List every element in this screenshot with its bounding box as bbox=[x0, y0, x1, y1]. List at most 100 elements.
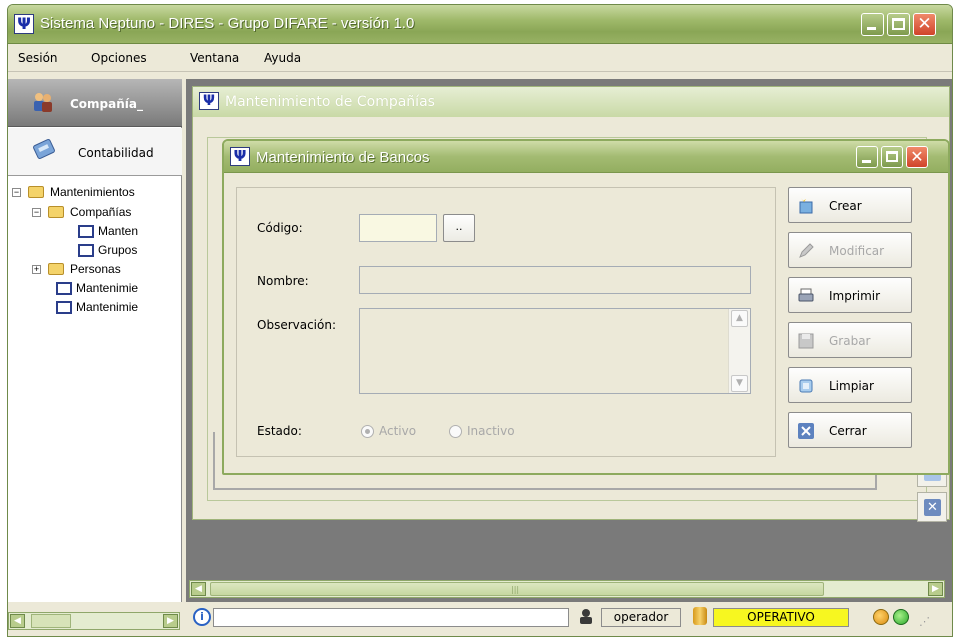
app-logo-icon: Ψ bbox=[14, 14, 34, 34]
info-icon[interactable]: i bbox=[193, 608, 211, 626]
clear-icon bbox=[799, 379, 813, 393]
scroll-up-icon[interactable]: ▲ bbox=[731, 310, 748, 327]
bancos-form: Código: .. Nombre: Observación: ▲ ▼ Esta… bbox=[236, 187, 776, 457]
close-icon: ✕ bbox=[910, 147, 924, 166]
estado-inactivo-label: Inactivo bbox=[467, 424, 515, 438]
menu-sesion[interactable]: Sesión bbox=[18, 51, 58, 65]
menu-ayuda[interactable]: Ayuda bbox=[264, 51, 301, 65]
maximize-icon bbox=[886, 151, 898, 162]
close-icon bbox=[798, 423, 814, 439]
radio-selected-dot bbox=[365, 429, 370, 434]
new-document-icon bbox=[799, 198, 813, 214]
maximize-button[interactable] bbox=[887, 13, 910, 36]
estado-label: Estado: bbox=[257, 424, 302, 438]
crear-button[interactable]: Crear bbox=[788, 187, 912, 223]
modificar-button[interactable]: Modificar bbox=[788, 232, 912, 268]
bancos-dialog: Ψ Mantenimiento de Bancos ✕ Código: .. N… bbox=[222, 139, 950, 475]
window-icon bbox=[78, 225, 94, 238]
companias-close-button[interactable]: ✕ bbox=[917, 492, 947, 522]
window-icon bbox=[56, 301, 72, 314]
dialog-close-button[interactable]: ✕ bbox=[906, 146, 928, 168]
estado-activo-label: Activo bbox=[379, 424, 417, 438]
scroll-left-icon[interactable]: ◀ bbox=[10, 614, 25, 628]
status-led-green-icon bbox=[893, 609, 909, 625]
collapse-icon[interactable]: − bbox=[32, 208, 41, 217]
app-logo-icon: Ψ bbox=[199, 92, 219, 110]
main-window: Ψ Sistema Neptuno - DIRES - Grupo DIFARE… bbox=[7, 4, 953, 637]
users-icon bbox=[34, 93, 52, 112]
folder-open-icon bbox=[48, 206, 64, 218]
tree-node-label: Manten bbox=[98, 224, 139, 238]
estado-inactivo-radio[interactable] bbox=[449, 425, 462, 438]
observacion-label: Observación: bbox=[257, 318, 337, 332]
codigo-input[interactable] bbox=[359, 214, 437, 242]
estado-activo-radio[interactable] bbox=[361, 425, 374, 438]
tree-node-label: Personas bbox=[70, 262, 121, 276]
window-icon bbox=[56, 282, 72, 295]
scroll-right-icon[interactable]: ▶ bbox=[928, 582, 943, 596]
title-bar[interactable]: Ψ Sistema Neptuno - DIRES - Grupo DIFARE… bbox=[8, 5, 952, 44]
tree-node-label: Mantenimie bbox=[76, 300, 139, 314]
grabar-label: Grabar bbox=[829, 334, 871, 348]
folder-icon bbox=[48, 263, 64, 275]
tree-node-label: Mantenimie bbox=[76, 281, 139, 295]
crear-label: Crear bbox=[829, 199, 862, 213]
sidebar-header-compania[interactable]: Compañía_ bbox=[8, 79, 182, 127]
mdi-workspace: Ψ Mantenimiento de Compañías ✕ Ψ Manteni… bbox=[186, 79, 952, 602]
menu-opciones[interactable]: Opciones bbox=[91, 51, 147, 65]
navigation-tree: − Mantenimientos − Compañías Manten Grup… bbox=[8, 182, 182, 602]
minimize-icon bbox=[862, 160, 871, 163]
pencil-icon bbox=[799, 243, 814, 258]
scroll-left-icon[interactable]: ◀ bbox=[191, 582, 206, 596]
navigation-sidebar: Compañía_ Contabilidad − Mantenimientos … bbox=[8, 79, 182, 602]
close-icon: ✕ bbox=[924, 499, 941, 516]
printer-icon bbox=[798, 288, 814, 302]
observacion-scrollbar[interactable]: ▲ ▼ bbox=[728, 309, 750, 393]
close-window-button[interactable]: ✕ bbox=[913, 13, 936, 36]
grabar-button[interactable]: Grabar bbox=[788, 322, 912, 358]
dialog-maximize-button[interactable] bbox=[881, 146, 903, 168]
app-logo-icon: Ψ bbox=[230, 147, 250, 166]
collapse-icon[interactable]: − bbox=[12, 188, 21, 197]
workspace-horizontal-scrollbar[interactable]: ◀ ||| ▶ bbox=[189, 580, 945, 598]
sidebar-section-contabilidad[interactable]: Contabilidad bbox=[8, 128, 182, 176]
menu-bar: Sesión Opciones Ventana Ayuda bbox=[8, 45, 952, 72]
observacion-textarea[interactable]: ▲ ▼ bbox=[359, 308, 751, 394]
limpiar-label: Limpiar bbox=[829, 379, 874, 393]
status-bar: i operador OPERATIVO ⋰ bbox=[189, 603, 952, 634]
imprimir-label: Imprimir bbox=[829, 289, 881, 303]
bancos-title-bar[interactable]: Ψ Mantenimiento de Bancos ✕ bbox=[224, 141, 948, 173]
nombre-label: Nombre: bbox=[257, 274, 309, 288]
tree-node-label: Grupos bbox=[98, 243, 138, 257]
resize-grip-icon[interactable]: ⋰ bbox=[919, 615, 930, 628]
tree-node-label: Compañías bbox=[70, 205, 132, 219]
nombre-input[interactable] bbox=[359, 266, 751, 294]
floppy-disk-icon bbox=[798, 333, 814, 349]
folder-open-icon bbox=[28, 186, 44, 198]
scroll-thumb[interactable]: ||| bbox=[210, 582, 824, 596]
scroll-right-icon[interactable]: ▶ bbox=[163, 614, 178, 628]
modificar-label: Modificar bbox=[829, 244, 885, 258]
cerrar-button[interactable]: Cerrar bbox=[788, 412, 912, 448]
dialog-minimize-button[interactable] bbox=[856, 146, 878, 168]
menu-ventana[interactable]: Ventana bbox=[190, 51, 239, 65]
cerrar-label: Cerrar bbox=[829, 424, 867, 438]
limpiar-button[interactable]: Limpiar bbox=[788, 367, 912, 403]
calculator-icon bbox=[33, 139, 55, 159]
codigo-lookup-button[interactable]: .. bbox=[443, 214, 475, 242]
expand-icon[interactable]: + bbox=[32, 265, 41, 274]
close-icon: ✕ bbox=[917, 14, 932, 34]
status-led-orange-icon bbox=[873, 609, 889, 625]
companias-title-bar[interactable]: Ψ Mantenimiento de Compañías bbox=[193, 87, 949, 117]
scroll-thumb[interactable] bbox=[31, 614, 71, 628]
maximize-icon bbox=[892, 18, 905, 30]
sidebar-horizontal-scrollbar[interactable]: ◀ ▶ bbox=[8, 612, 180, 630]
scroll-down-icon[interactable]: ▼ bbox=[731, 375, 748, 392]
window-icon bbox=[78, 244, 94, 257]
imprimir-button[interactable]: Imprimir bbox=[788, 277, 912, 313]
status-state-badge: OPERATIVO bbox=[713, 608, 849, 627]
minimize-icon bbox=[867, 27, 876, 30]
minimize-button[interactable] bbox=[861, 13, 884, 36]
tree-node-label: Mantenimientos bbox=[50, 185, 135, 199]
codigo-label: Código: bbox=[257, 221, 303, 235]
